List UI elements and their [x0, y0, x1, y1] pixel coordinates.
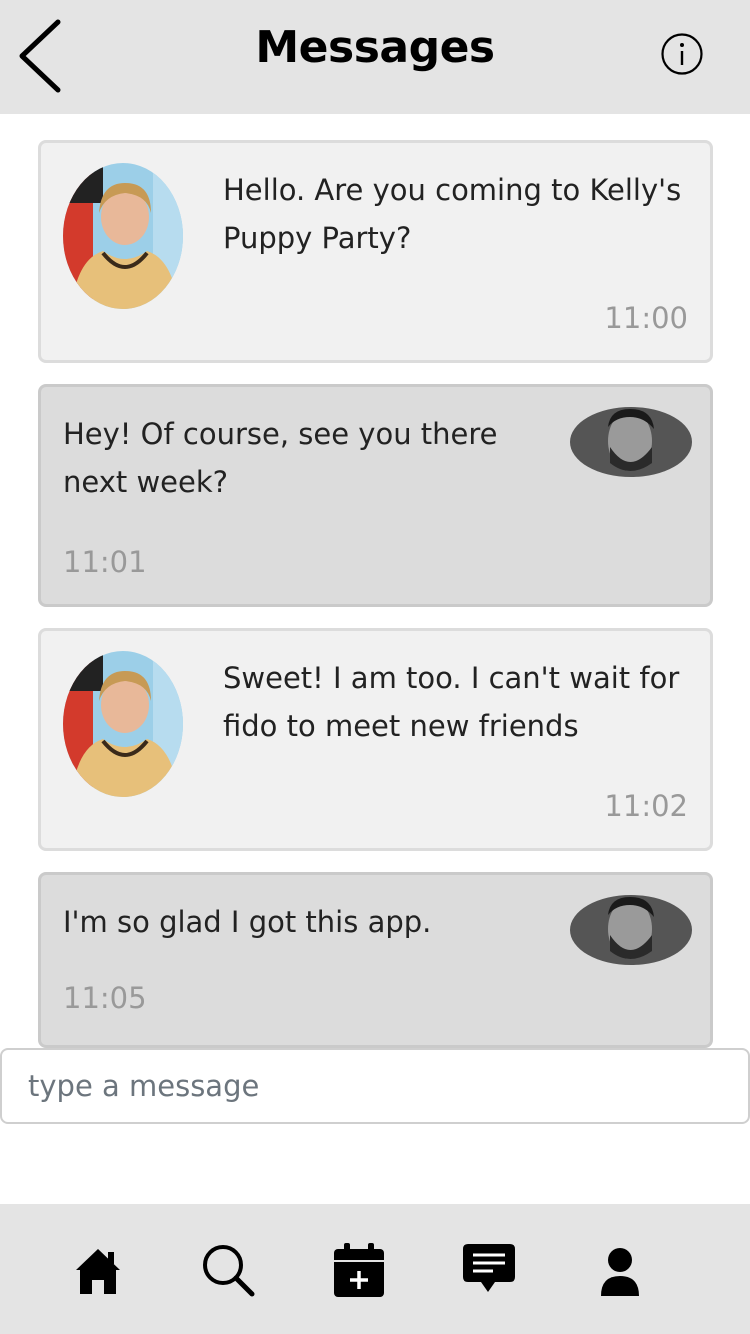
message-input[interactable]	[2, 1050, 748, 1122]
nav-search-button[interactable]	[198, 1240, 258, 1300]
top-bar: Messages	[0, 0, 750, 114]
page-title: Messages	[255, 22, 495, 73]
avatar[interactable]	[63, 163, 183, 309]
message-time: 11:00	[604, 301, 688, 335]
search-icon	[203, 1245, 255, 1297]
message-card: Hello. Are you coming to Kelly's Puppy P…	[38, 140, 713, 363]
chat-icon	[463, 1244, 515, 1292]
message-card: Sweet! I am too. I can't wait for fido t…	[38, 628, 713, 851]
message-card: I'm so glad I got this app. 11:05	[38, 872, 713, 1048]
message-text: Hello. Are you coming to Kelly's Puppy P…	[223, 173, 682, 255]
avatar[interactable]	[63, 651, 183, 797]
info-circle-icon	[661, 33, 703, 75]
avatar[interactable]	[570, 407, 692, 477]
message-time: 11:02	[604, 789, 688, 823]
calendar-add-icon	[334, 1243, 384, 1297]
message-time: 11:05	[63, 981, 147, 1015]
message-time: 11:01	[63, 545, 147, 579]
avatar[interactable]	[570, 895, 692, 965]
nav-calendar-button[interactable]	[329, 1240, 389, 1300]
home-icon	[76, 1249, 120, 1294]
bottom-nav	[0, 1204, 750, 1334]
message-text: Hey! Of course, see you there next week?	[63, 417, 498, 499]
nav-messages-button[interactable]	[459, 1240, 519, 1300]
nav-profile-button[interactable]	[590, 1240, 650, 1300]
user-icon	[601, 1248, 639, 1296]
message-text: I'm so glad I got this app.	[63, 905, 432, 939]
info-button[interactable]	[660, 32, 704, 76]
nav-home-button[interactable]	[68, 1240, 128, 1300]
message-text: Sweet! I am too. I can't wait for fido t…	[223, 661, 680, 743]
message-card: Hey! Of course, see you there next week?…	[38, 384, 713, 607]
message-input-container	[0, 1048, 750, 1124]
